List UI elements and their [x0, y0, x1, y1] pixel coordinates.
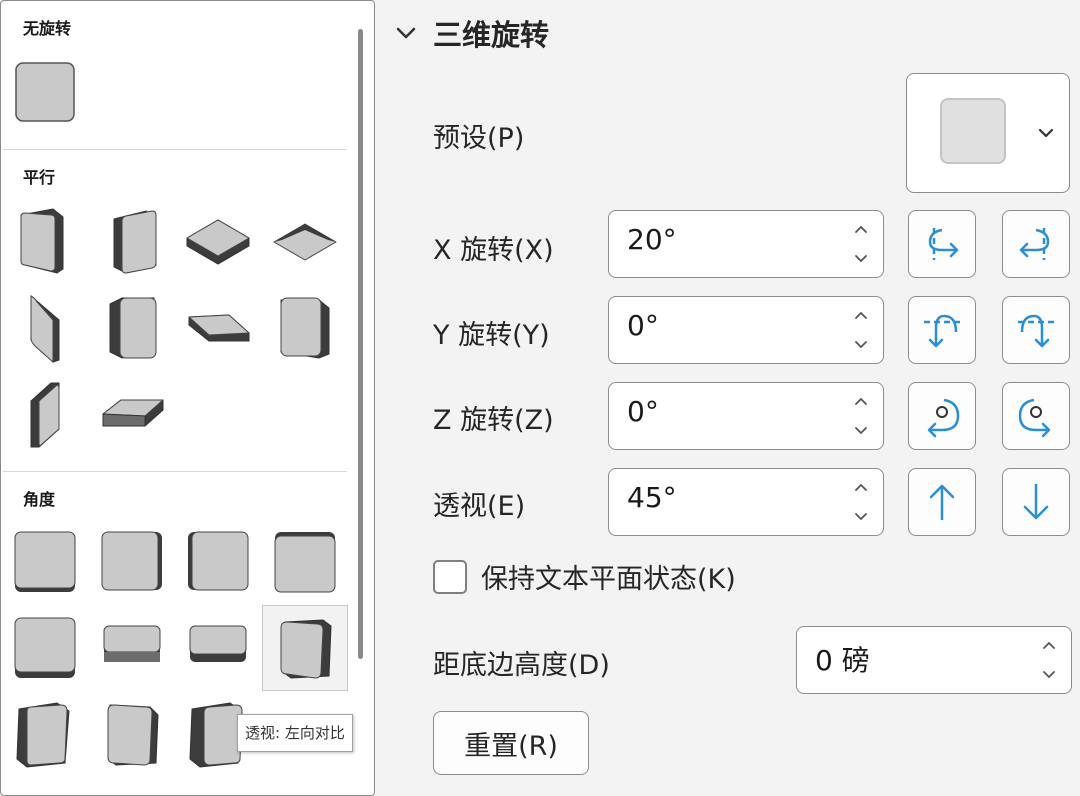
rotate-right-icon	[1019, 228, 1050, 260]
spin-down-icon[interactable]	[853, 339, 869, 351]
z-rotation-label: Z 旋转(Z)	[433, 405, 554, 436]
panel-title: 三维旋转	[433, 18, 550, 52]
gallery-item-angle-3[interactable]	[179, 523, 257, 601]
perspective-label: 透视(E)	[433, 491, 526, 522]
perspective-spinner[interactable]: 45°	[608, 468, 884, 536]
rotate-clockwise-button[interactable]	[908, 382, 976, 450]
y-rotation-label: Y 旋转(Y)	[433, 320, 550, 351]
spin-up-icon[interactable]	[853, 309, 869, 321]
gallery-item-parallel-1[interactable]	[6, 201, 84, 279]
spin-up-icon[interactable]	[1041, 639, 1057, 651]
spin-down-icon[interactable]	[1041, 669, 1057, 681]
preset-dropdown[interactable]	[906, 73, 1070, 193]
section-divider	[3, 149, 347, 150]
gallery-tooltip: 透视: 左向对比	[237, 714, 353, 752]
keep-text-flat-label[interactable]: 保持文本平面状态(K)	[481, 557, 736, 596]
gallery-item-parallel-6[interactable]	[93, 288, 171, 366]
keep-text-flat-checkbox[interactable]	[433, 560, 467, 594]
spin-up-icon[interactable]	[853, 395, 869, 407]
y-rotation-spinner[interactable]: 0°	[608, 296, 884, 364]
preset-swatch	[940, 98, 1006, 164]
section-title-angle: 角度	[23, 490, 56, 509]
gallery-item-parallel-5[interactable]	[6, 288, 84, 366]
gallery-item-angle-8-selected[interactable]	[262, 605, 348, 691]
rotate-counterclockwise-button[interactable]	[1002, 382, 1070, 450]
arrow-down-icon	[1023, 484, 1049, 520]
rotate-down-icon	[1018, 314, 1054, 348]
rotate-left-icon	[928, 228, 959, 260]
section-title-parallel: 平行	[23, 168, 56, 187]
gallery-item-parallel-2[interactable]	[93, 201, 171, 279]
gallery-item-angle-6[interactable]	[93, 609, 171, 687]
perspective-increase-button[interactable]	[908, 468, 976, 536]
distance-from-ground-value: 0 磅	[815, 644, 870, 677]
gallery-item-angle-4[interactable]	[266, 523, 344, 601]
y-rotation-value: 0°	[627, 309, 659, 342]
z-rotation-value: 0°	[627, 395, 659, 428]
rotate-right-button[interactable]	[1002, 210, 1070, 278]
gallery-item-no-rotation[interactable]	[6, 53, 84, 131]
gallery-item-angle-1[interactable]	[6, 523, 84, 601]
distance-from-ground-spinner[interactable]: 0 磅	[796, 626, 1072, 694]
perspective-value: 45°	[627, 481, 677, 514]
gallery-item-angle-9[interactable]	[6, 695, 84, 773]
rotate-up-button[interactable]	[908, 296, 976, 364]
rotation-gallery: 无旋转 平行 角度	[0, 0, 375, 796]
gallery-scrollbar[interactable]	[358, 29, 363, 659]
gallery-item-angle-5[interactable]	[6, 609, 84, 687]
gallery-item-angle-10[interactable]	[93, 695, 171, 773]
rotate-down-button[interactable]	[1002, 296, 1070, 364]
chevron-down-icon	[396, 27, 416, 39]
distance-from-ground-label: 距底边高度(D)	[433, 650, 610, 681]
rotate-left-button[interactable]	[908, 210, 976, 278]
rotate-counterclockwise-icon	[1018, 398, 1051, 438]
chevron-down-icon	[1038, 128, 1054, 138]
z-rotation-spinner[interactable]: 0°	[608, 382, 884, 450]
x-rotation-label: X 旋转(X)	[433, 235, 554, 266]
spin-up-icon[interactable]	[853, 223, 869, 235]
gallery-item-parallel-10[interactable]	[93, 375, 171, 453]
x-rotation-spinner[interactable]: 20°	[608, 210, 884, 278]
arrow-up-icon	[929, 484, 955, 520]
gallery-item-parallel-3[interactable]	[179, 201, 257, 279]
perspective-decrease-button[interactable]	[1002, 468, 1070, 536]
gallery-item-parallel-7[interactable]	[179, 288, 257, 366]
section-header-3d-rotation[interactable]: 三维旋转	[395, 12, 549, 54]
gallery-item-parallel-4[interactable]	[266, 201, 344, 279]
gallery-item-parallel-8[interactable]	[266, 288, 344, 366]
spin-up-icon[interactable]	[853, 481, 869, 493]
x-rotation-value: 20°	[627, 223, 677, 256]
spin-down-icon[interactable]	[853, 511, 869, 523]
rotate-up-icon	[924, 314, 960, 348]
gallery-item-angle-7[interactable]	[179, 609, 257, 687]
preset-label: 预设(P)	[433, 123, 525, 154]
gallery-item-parallel-9[interactable]	[6, 375, 84, 453]
spin-down-icon[interactable]	[853, 425, 869, 437]
reset-button[interactable]: 重置(R)	[433, 711, 589, 775]
rotate-clockwise-icon	[927, 398, 960, 438]
section-title-no-rotation: 无旋转	[23, 19, 72, 38]
gallery-item-angle-2[interactable]	[93, 523, 171, 601]
spin-down-icon[interactable]	[853, 253, 869, 265]
section-divider	[3, 471, 347, 472]
